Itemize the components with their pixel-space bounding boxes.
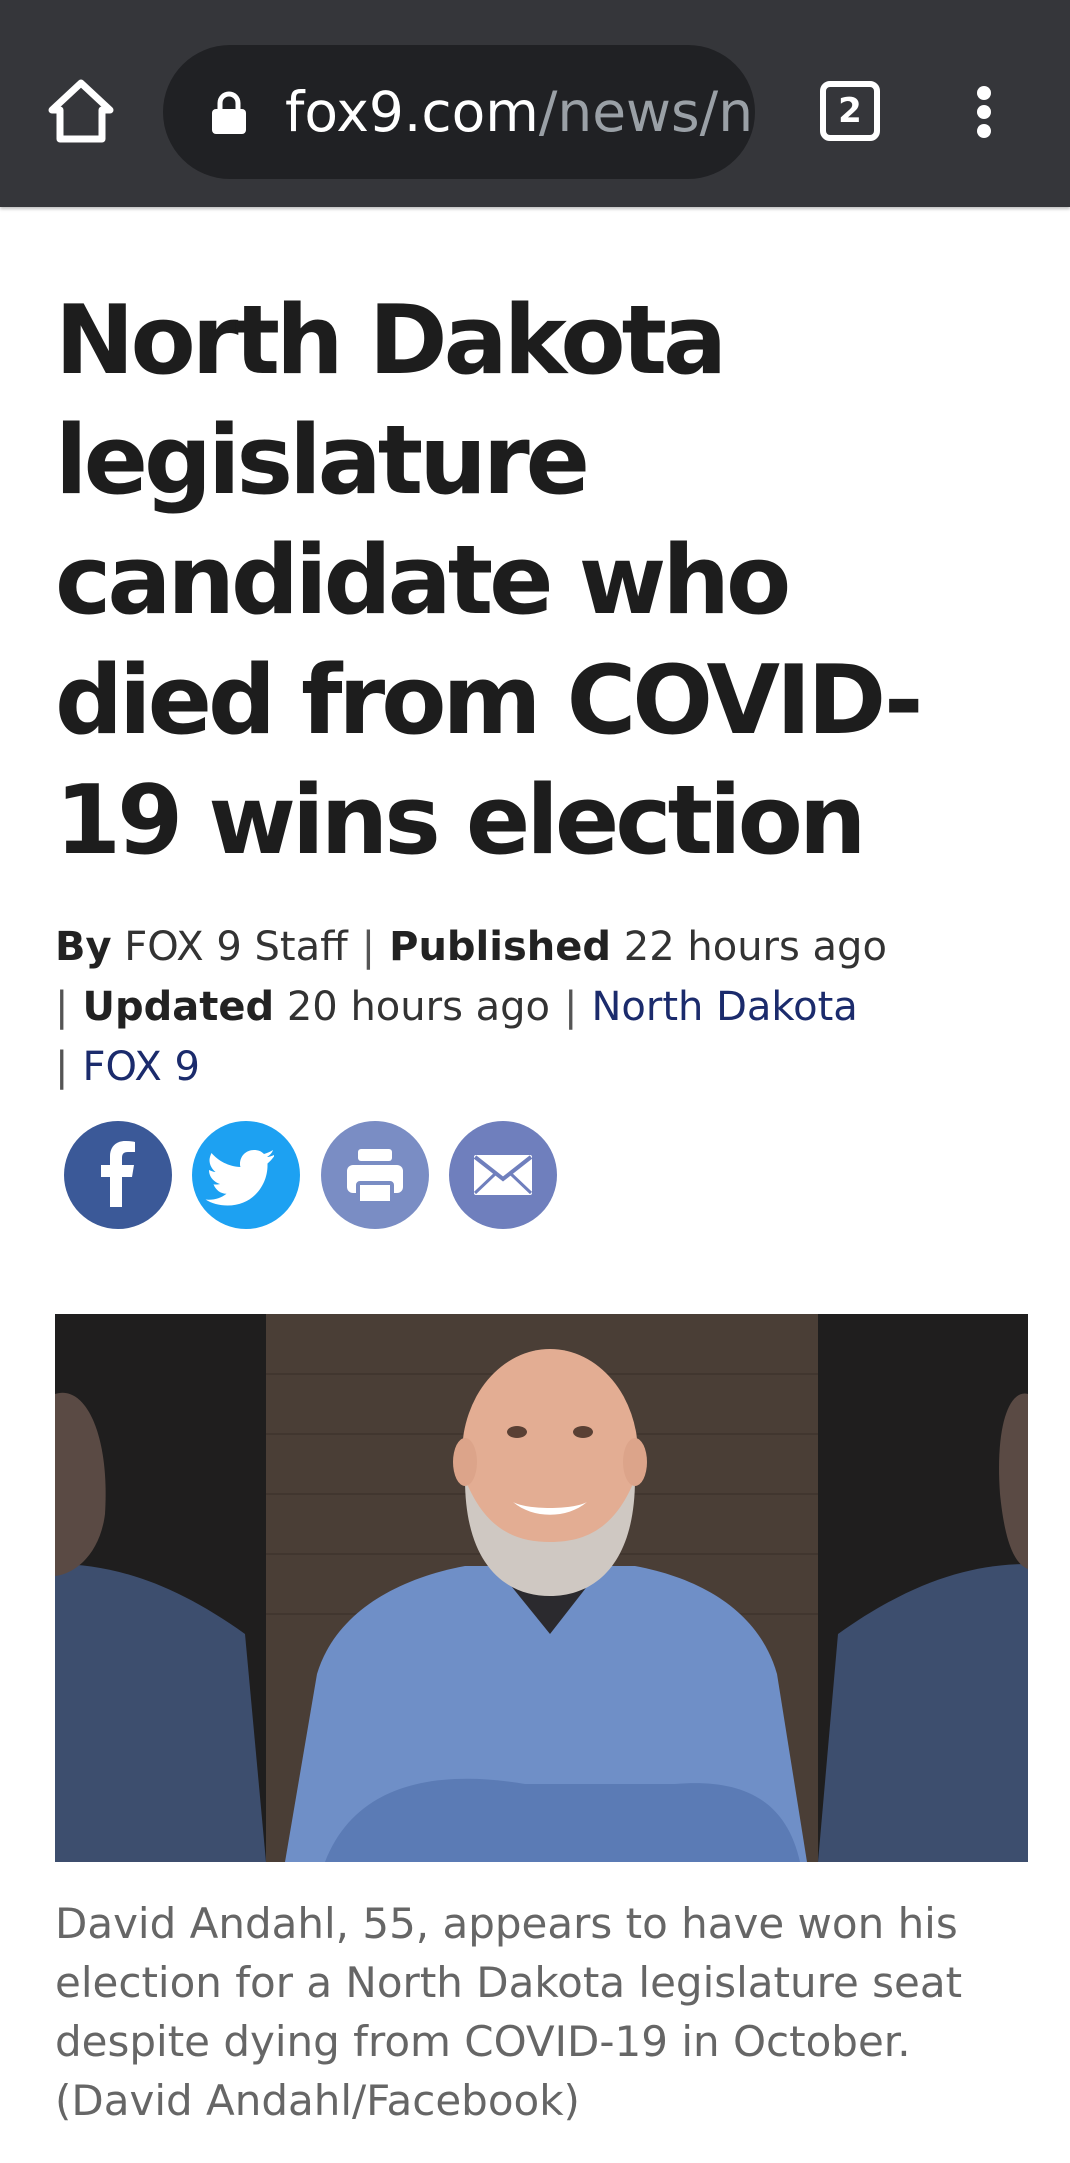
print-icon	[347, 1149, 403, 1205]
tag-link-fox9[interactable]: FOX 9	[82, 1044, 200, 1090]
article: North Dakota legislature candidate who d…	[55, 207, 1028, 2125]
article-byline: By FOX 9 Staff | Published 22 hours ago | U…	[55, 917, 1025, 1097]
photo-of-man-with-crossed-arms	[55, 1314, 1028, 1862]
url-text: fox9.com/news/n	[285, 76, 753, 148]
home-button[interactable]	[46, 77, 116, 147]
tag-link-north-dakota[interactable]: North Dakota	[591, 984, 857, 1030]
email-icon	[473, 1155, 533, 1195]
article-headline: North Dakota legislature candidate who d…	[55, 286, 923, 876]
print-button[interactable]	[321, 1121, 429, 1229]
photo-caption: David Andahl, 55, appears to have won hi…	[55, 1899, 963, 2125]
browser-toolbar: fox9.com/news/n 2	[0, 0, 1070, 207]
share-buttons	[55, 1121, 1025, 1231]
separator: |	[55, 984, 69, 1030]
article-photo	[55, 1314, 1028, 1862]
facebook-share-button[interactable]	[64, 1121, 172, 1229]
updated-label: Updated	[82, 984, 275, 1030]
separator: |	[361, 924, 376, 970]
by-label: By	[55, 924, 112, 970]
tab-switcher-button[interactable]: 2	[820, 81, 880, 141]
twitter-icon	[205, 1150, 274, 1206]
published-label: Published	[389, 924, 612, 970]
email-share-button[interactable]	[449, 1121, 557, 1229]
separator: |	[55, 1044, 69, 1090]
more-vert-icon[interactable]	[960, 80, 1010, 144]
address-bar[interactable]: fox9.com/news/n	[163, 45, 755, 179]
published-time: 22 hours ago	[623, 924, 887, 970]
url-domain: fox9.com	[285, 80, 539, 144]
separator: |	[564, 984, 578, 1030]
author-name: FOX 9 Staff	[124, 924, 348, 970]
facebook-icon	[101, 1141, 135, 1207]
twitter-share-button[interactable]	[192, 1121, 300, 1229]
url-path: /news/n	[538, 80, 754, 144]
home-icon	[48, 79, 114, 143]
lock-icon	[212, 91, 246, 134]
tab-count: 2	[838, 91, 862, 131]
updated-time: 20 hours ago	[286, 984, 550, 1030]
